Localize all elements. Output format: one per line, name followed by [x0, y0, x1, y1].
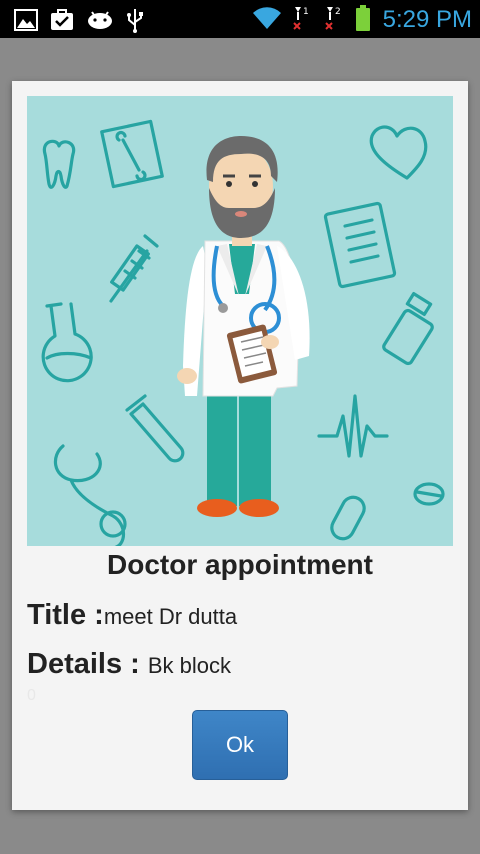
system-icons: 1 2 5:29 PM: [251, 4, 472, 36]
details-value: Bk block: [147, 653, 232, 678]
appointment-details-row: Details : Bk block: [27, 648, 231, 681]
heart-icon: [369, 125, 428, 180]
svg-text:2: 2: [335, 7, 341, 17]
tooth-icon: [42, 139, 76, 189]
heartbeat-icon: [317, 394, 389, 458]
doctor-figure: [177, 136, 310, 517]
ok-button[interactable]: Ok: [192, 710, 288, 780]
test-tube-icon: [125, 394, 185, 463]
details-label: Details :: [27, 648, 148, 680]
stethoscope-icon: [53, 444, 127, 546]
battery-icon: [355, 4, 371, 36]
title-value: meet Dr dutta: [103, 604, 238, 629]
svg-text:1: 1: [303, 7, 309, 17]
clock: 5:29 PM: [382, 6, 472, 33]
clipboard-icon: [323, 201, 397, 289]
pill-bottle-icon: [382, 292, 434, 366]
android-icon: [86, 9, 114, 35]
title-label: Title :: [27, 599, 104, 631]
signal-sim1-icon: 1: [291, 4, 315, 36]
gallery-icon: [14, 9, 38, 35]
faint-text: 0: [27, 687, 36, 704]
status-bar: 1 2 5:29 PM: [0, 0, 480, 38]
usb-icon: [126, 7, 144, 37]
appointment-dialog: Doctor appointment Title :meet Dr dutta …: [12, 81, 468, 810]
syringe-icon: [109, 234, 159, 303]
appointment-title-row: Title :meet Dr dutta: [27, 599, 237, 632]
notification-icons: [14, 7, 144, 37]
doctor-illustration: [27, 96, 453, 546]
wifi-icon: [251, 5, 283, 35]
pill-icon: [330, 495, 366, 541]
signal-sim2-icon: 2: [323, 4, 347, 36]
tablet-icon: [413, 482, 445, 506]
task-icon: [50, 9, 74, 35]
flask-icon: [41, 302, 93, 383]
dialog-title: Doctor appointment: [107, 549, 373, 580]
xray-icon: [100, 119, 164, 189]
